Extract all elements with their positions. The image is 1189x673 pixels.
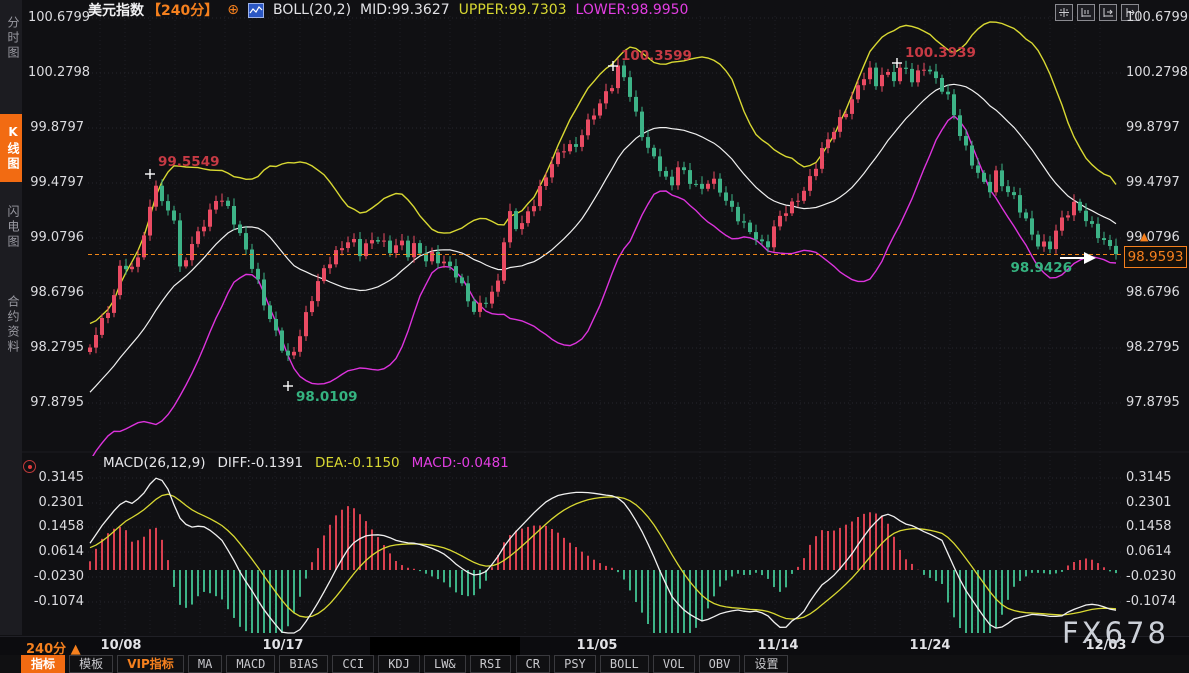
- axis-label: -0.1074: [28, 594, 84, 610]
- current-price-box: 98.9593: [1124, 246, 1187, 268]
- sidebar-tab-lightning[interactable]: 闪电图: [0, 192, 22, 262]
- axis-label: 97.8795: [1126, 395, 1186, 411]
- macd-button[interactable]: MACD: [226, 655, 275, 673]
- price-annotation: 99.5549: [158, 154, 220, 170]
- date-label: 11/24: [910, 638, 951, 653]
- axis-zoom-left-icon[interactable]: [1077, 4, 1095, 21]
- psy-button[interactable]: PSY: [554, 655, 596, 673]
- axis-label: 0.2301: [28, 495, 84, 511]
- date-label: 11/14: [758, 638, 799, 653]
- axis-label: 100.2798: [1126, 65, 1186, 81]
- axis-label: 100.2798: [28, 65, 84, 81]
- settings-button[interactable]: 设置: [744, 655, 788, 673]
- axis-label: 98.6796: [1126, 285, 1186, 301]
- period-label: 【240分】: [147, 0, 218, 20]
- axis-label: 0.0614: [1126, 544, 1186, 560]
- axis-label: 0.0614: [28, 544, 84, 560]
- axis-label: 99.4797: [1126, 175, 1186, 191]
- boll-button[interactable]: BOLL: [600, 655, 649, 673]
- symbol-name: 美元指数: [88, 0, 144, 20]
- crosshair-icon[interactable]: [1055, 4, 1073, 21]
- axis-label: 99.8797: [28, 120, 84, 136]
- axis-label: -0.1074: [1126, 594, 1186, 610]
- vip-indicator-button[interactable]: VIP指标: [117, 655, 184, 673]
- axis-label: 99.0796: [1126, 230, 1186, 246]
- price-annotation: 100.3939: [905, 45, 976, 61]
- vol-button[interactable]: VOL: [653, 655, 695, 673]
- axis-label: 99.0796: [28, 230, 84, 246]
- price-annotation: 98.0109: [296, 389, 358, 405]
- axis-label: 98.6796: [28, 285, 84, 301]
- boll-label: BOLL(20,2): [273, 2, 351, 18]
- sidebar-tab-contract-info[interactable]: 合约资料: [0, 276, 22, 374]
- boll-lower-value: LOWER:98.9950: [576, 2, 689, 18]
- axis-label: 0.2301: [1126, 495, 1186, 511]
- cr-button[interactable]: CR: [516, 655, 550, 673]
- sidebar: 分时图 K线图 闪电图 合约资料: [0, 0, 22, 635]
- macd-header: MACD(26,12,9) DIFF:-0.1391 DEA:-0.1150 M…: [103, 455, 509, 471]
- axis-label: -0.0230: [28, 569, 84, 585]
- date-label: 10/08: [101, 638, 142, 653]
- boll-upper-value: UPPER:99.7303: [459, 2, 567, 18]
- mini-chart-icon[interactable]: [248, 3, 264, 18]
- obv-button[interactable]: OBV: [699, 655, 741, 673]
- chart-header: 美元指数 【240分】 ⊕ BOLL(20,2) MID:99.3627 UPP…: [88, 2, 688, 18]
- axis-label: 0.1458: [1126, 519, 1186, 535]
- boll-mid-value: MID:99.3627: [360, 2, 450, 18]
- axis-label: 100.6799: [1126, 10, 1186, 26]
- price-annotation: 100.3599: [621, 48, 692, 64]
- candles: [88, 58, 1118, 361]
- axis-label: 97.8795: [28, 395, 84, 411]
- sidebar-tab-kline[interactable]: K线图: [0, 114, 22, 182]
- axis-label: 0.3145: [1126, 470, 1186, 486]
- macd-dea-value: DEA:-0.1150: [315, 455, 400, 471]
- x-axis-row: 240分 ▲ 10/08 10/17 11/05 11/14 11/24 12/…: [0, 636, 1189, 656]
- macd-diff-value: DIFF:-0.1391: [218, 455, 304, 471]
- date-label: 11/05: [577, 638, 618, 653]
- x-axis-scrollbar[interactable]: [370, 637, 520, 655]
- sidebar-tab-timeshare[interactable]: 分时图: [0, 6, 22, 70]
- macd-hist-value: MACD:-0.0481: [412, 455, 509, 471]
- axis-label: 99.4797: [28, 175, 84, 191]
- axis-zoom-right-icon[interactable]: [1099, 4, 1117, 21]
- price-annotation: 98.9426: [1011, 260, 1073, 276]
- axis-label: 99.8797: [1126, 120, 1186, 136]
- indicator-toolbar: 指标 模板 VIP指标 MA MACD BIAS CCI KDJ LW& RSI…: [0, 655, 1189, 673]
- axis-label: 0.1458: [28, 519, 84, 535]
- current-price-marker: ▲: [1140, 230, 1148, 243]
- axis-label: -0.0230: [1126, 569, 1186, 585]
- cci-button[interactable]: CCI: [332, 655, 374, 673]
- bollinger-bands: [90, 22, 1116, 461]
- macd-params: MACD(26,12,9): [103, 455, 206, 471]
- add-compare-icon[interactable]: ⊕: [227, 2, 239, 18]
- template-button[interactable]: 模板: [69, 655, 113, 673]
- ma-button[interactable]: MA: [188, 655, 222, 673]
- axis-label: 98.2795: [28, 340, 84, 356]
- axis-label: 0.3145: [28, 470, 84, 486]
- axis-label: 100.6799: [28, 10, 84, 26]
- main-chart-svg: 99.5549 100.3599 100.3939 98.0109 98.9426: [0, 0, 1189, 673]
- lwr-button[interactable]: LW&: [424, 655, 466, 673]
- indicator-button[interactable]: 指标: [21, 655, 65, 673]
- watermark: FX678: [1062, 616, 1169, 650]
- kdj-button[interactable]: KDJ: [378, 655, 420, 673]
- bias-button[interactable]: BIAS: [279, 655, 328, 673]
- rsi-button[interactable]: RSI: [470, 655, 512, 673]
- macd-panel: [90, 478, 1116, 633]
- axis-label: 98.2795: [1126, 340, 1186, 356]
- date-label: 10/17: [263, 638, 304, 653]
- chart-application: 99.5549 100.3599 100.3939 98.0109 98.9426 分时…: [0, 0, 1189, 673]
